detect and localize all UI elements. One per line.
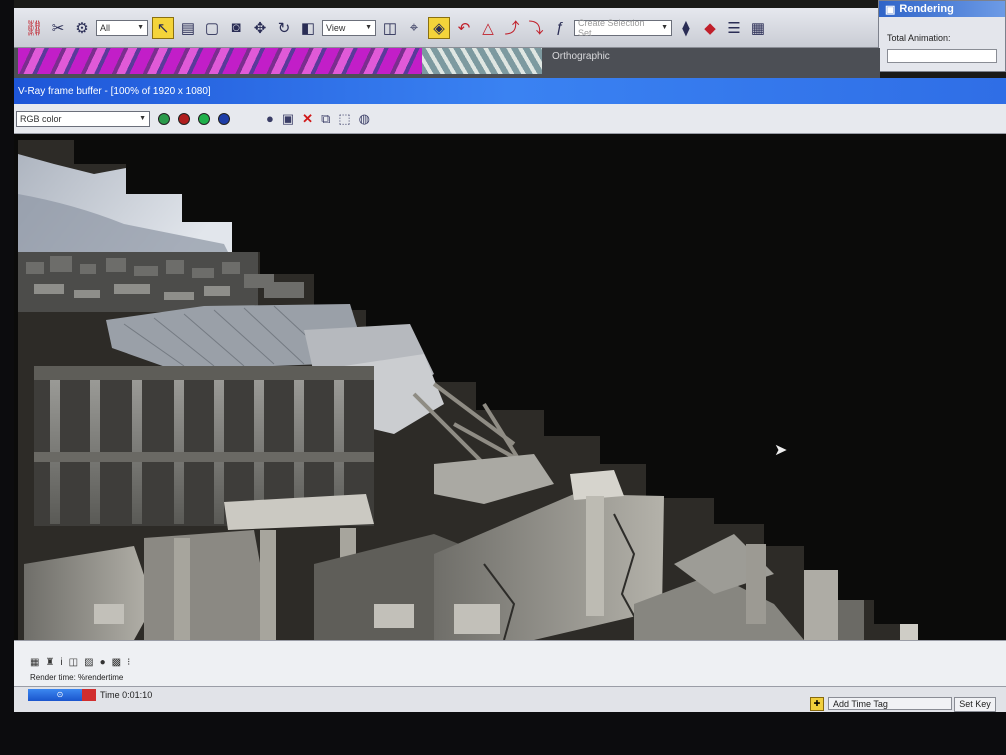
abc-icon[interactable]: ƒ <box>550 18 570 38</box>
main-toolbar: ⛓ ✂ ⚙ All ▼ ↖ ▤ ▢ ◙ ✥ ↻ ◧ View ▼ ◫ ⌖ ◈ ↶ △… <box>14 8 880 48</box>
rgb-channel-icon[interactable] <box>158 112 170 125</box>
layers-icon[interactable]: ☰ <box>724 18 744 38</box>
mirror-icon[interactable]: ⧫ <box>676 18 696 38</box>
snap-icon[interactable]: ⌖ <box>404 18 424 38</box>
render-teapot-icon: ▣ <box>885 3 896 16</box>
named-selection-placeholder: Create Selection Set <box>578 17 645 38</box>
rendering-panel-title: ▣ Rendering <box>879 1 1005 17</box>
select-by-name-icon[interactable]: ▤ <box>178 18 198 38</box>
key-mode-icon[interactable]: ✚ <box>810 697 824 711</box>
named-sets-icon[interactable]: ⤴ <box>502 18 522 38</box>
lut-icon[interactable]: ◫ <box>69 657 78 668</box>
frame-buffer-statusbar: ▦ ♜ i ◫ ▨ ● ▩ ⁝ Render time: %rendertime <box>14 640 1006 687</box>
rendered-ruins-image <box>18 140 918 640</box>
bind-icon[interactable]: ⚙ <box>72 18 92 38</box>
record-icon[interactable]: ● <box>100 657 106 668</box>
move-icon[interactable]: ✥ <box>250 18 270 38</box>
total-animation-field[interactable] <box>887 49 997 63</box>
channel-dropdown[interactable]: RGB color ▼ <box>16 110 150 127</box>
frame-buffer-toolbar: RGB color ▼ ● ▣ ✕ ⧉ ⬚ ◍ <box>14 104 1006 134</box>
monitor-screen: ⛓ ✂ ⚙ All ▼ ↖ ▤ ▢ ◙ ✥ ↻ ◧ View ▼ ◫ ⌖ ◈ ↶ △… <box>14 0 1006 712</box>
frame-buffer-titlebar[interactable]: V-Ray frame buffer - [100% of 1920 x 108… <box>14 78 1006 104</box>
region-icon[interactable]: ⬚ <box>338 111 350 127</box>
chevron-down-icon: ▼ <box>139 115 146 122</box>
curve-editor-icon[interactable]: ▦ <box>748 18 768 38</box>
render-icon[interactable]: ◍ <box>359 111 370 127</box>
bottom-bar: ⊙ Time 0:01:10 ✚ Add Time Tag Set Key <box>14 686 1006 712</box>
pin-icon[interactable]: ♜ <box>45 657 54 668</box>
green-channel-icon[interactable] <box>198 112 210 125</box>
reference-coordinate-value: View <box>326 22 346 33</box>
chevron-down-icon: ▼ <box>661 24 668 31</box>
set-key-button[interactable]: Set Key <box>954 697 996 712</box>
selection-filter-value: All <box>100 22 111 33</box>
percent-snap-icon[interactable]: ↶ <box>454 18 474 38</box>
taskbar-app-icon[interactable] <box>82 689 96 701</box>
frame-buffer-title: V-Ray frame buffer - [100% of 1920 x 108… <box>18 85 211 97</box>
spinner-snap-icon[interactable]: △ <box>478 18 498 38</box>
chevron-down-icon: ▼ <box>137 24 144 31</box>
time-label: Time 0:01:10 <box>100 690 153 700</box>
window-crossing-icon[interactable]: ◙ <box>226 18 246 38</box>
total-animation-label: Total Animation: <box>887 33 951 43</box>
perspective-viewport[interactable] <box>18 48 542 74</box>
unlink-icon[interactable]: ✂ <box>48 18 68 38</box>
selection-filter-dropdown[interactable]: All ▼ <box>96 19 148 36</box>
rect-select-icon[interactable]: ▢ <box>202 18 222 38</box>
pivot-icon[interactable]: ◫ <box>380 18 400 38</box>
rendering-panel: ▣ Rendering Total Animation: <box>878 0 1006 72</box>
mouse-cursor-icon: ➤ <box>774 442 788 459</box>
viewport-strip: Orthographic <box>14 48 880 78</box>
angle-snap-icon[interactable]: ◈ <box>428 16 450 39</box>
channel-value: RGB color <box>20 113 62 124</box>
edit-named-sets-icon[interactable]: ⤵ <box>526 18 546 38</box>
grid-icon[interactable]: ▩ <box>112 657 121 668</box>
render-time-label: Render time: %rendertime <box>30 673 124 682</box>
rotate-icon[interactable]: ↻ <box>274 18 294 38</box>
add-time-tag-button[interactable]: Add Time Tag <box>828 697 952 710</box>
named-selection-dropdown[interactable]: Create Selection Set ▼ <box>574 17 672 38</box>
statusbar-icons: ▦ ♜ i ◫ ▨ ● ▩ ⁝ <box>30 657 130 668</box>
viewport-label[interactable]: Orthographic <box>552 51 610 62</box>
save-icon[interactable]: ● <box>266 111 274 126</box>
compare-icon[interactable]: ⧉ <box>321 111 330 127</box>
link-icon[interactable]: ⛓ <box>24 18 44 38</box>
clear-icon[interactable]: ✕ <box>302 111 313 127</box>
chevron-down-icon: ▼ <box>365 24 372 31</box>
render-canvas[interactable]: ➤ <box>14 134 1006 640</box>
info-icon[interactable]: i <box>60 657 62 668</box>
rendering-panel-title-text: Rendering <box>899 3 954 15</box>
blue-channel-icon[interactable] <box>218 112 230 125</box>
viewport-mesh <box>422 48 542 74</box>
history-icon[interactable]: ▦ <box>30 657 39 668</box>
reference-coordinate-dropdown[interactable]: View ▼ <box>322 19 376 36</box>
save-image-icon[interactable]: ▣ <box>282 111 294 127</box>
select-icon[interactable]: ↖ <box>152 16 174 39</box>
image-icon[interactable]: ▨ <box>84 657 93 668</box>
level-icon[interactable]: ⁝ <box>127 657 130 668</box>
red-channel-icon[interactable] <box>178 112 190 125</box>
align-icon[interactable]: ◆ <box>700 18 720 38</box>
scale-icon[interactable]: ◧ <box>298 18 318 38</box>
